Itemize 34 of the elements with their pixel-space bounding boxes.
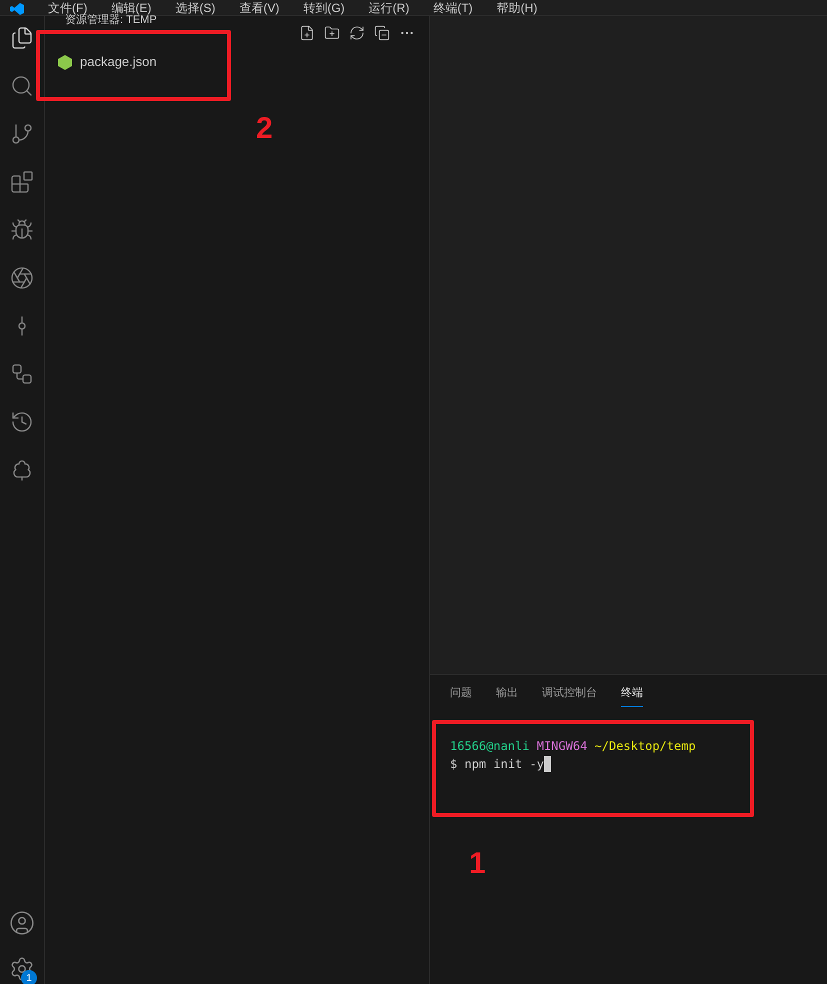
search-icon[interactable]	[10, 74, 34, 98]
refresh-icon[interactable]	[349, 25, 365, 41]
new-folder-icon[interactable]	[324, 25, 340, 41]
logo-icon	[10, 3, 24, 15]
blocks-icon[interactable]	[10, 170, 34, 194]
menu-item[interactable]: 查看(V)	[239, 1, 280, 15]
menu-item[interactable]: 转到(G)	[303, 1, 345, 15]
panel-tab[interactable]: 调试控制台	[542, 685, 597, 706]
notification-badge: 1	[21, 970, 37, 984]
cursor	[544, 756, 551, 772]
terminal-output: 16566@nanli MINGW64 ~/Desktop/temp $ npm init -y	[450, 738, 696, 772]
bug-icon[interactable]	[10, 218, 34, 242]
menu-item[interactable]: 帮助(H)	[496, 1, 538, 15]
files-icon[interactable]	[10, 26, 34, 50]
annotation-number: 1	[469, 846, 486, 882]
panel-tab[interactable]: 终端	[621, 685, 643, 706]
annotation-number: 2	[256, 111, 273, 147]
panel-tab[interactable]: 输出	[496, 685, 518, 706]
aperture-icon[interactable]	[10, 266, 34, 290]
history-icon[interactable]	[10, 410, 34, 434]
menu-item[interactable]: 文件(F)	[48, 1, 88, 15]
workflow-icon[interactable]	[10, 362, 34, 386]
panel-tab[interactable]: 问题	[450, 685, 472, 706]
collapse-icon[interactable]	[374, 25, 390, 41]
settings-icon[interactable]	[9, 956, 35, 982]
account-icon[interactable]	[9, 910, 35, 936]
file-item[interactable]: package.json	[45, 51, 429, 73]
branch-icon[interactable]	[10, 122, 34, 146]
menu-item[interactable]: 选择(S)	[175, 1, 216, 15]
explorer-title: 资源管理器: TEMP	[65, 14, 157, 28]
new-file-icon[interactable]	[299, 25, 315, 41]
menu-item[interactable]: 运行(R)	[368, 1, 410, 15]
menu-item[interactable]: 终端(T)	[433, 1, 473, 15]
menu-item[interactable]: 编辑(E)	[111, 1, 152, 15]
